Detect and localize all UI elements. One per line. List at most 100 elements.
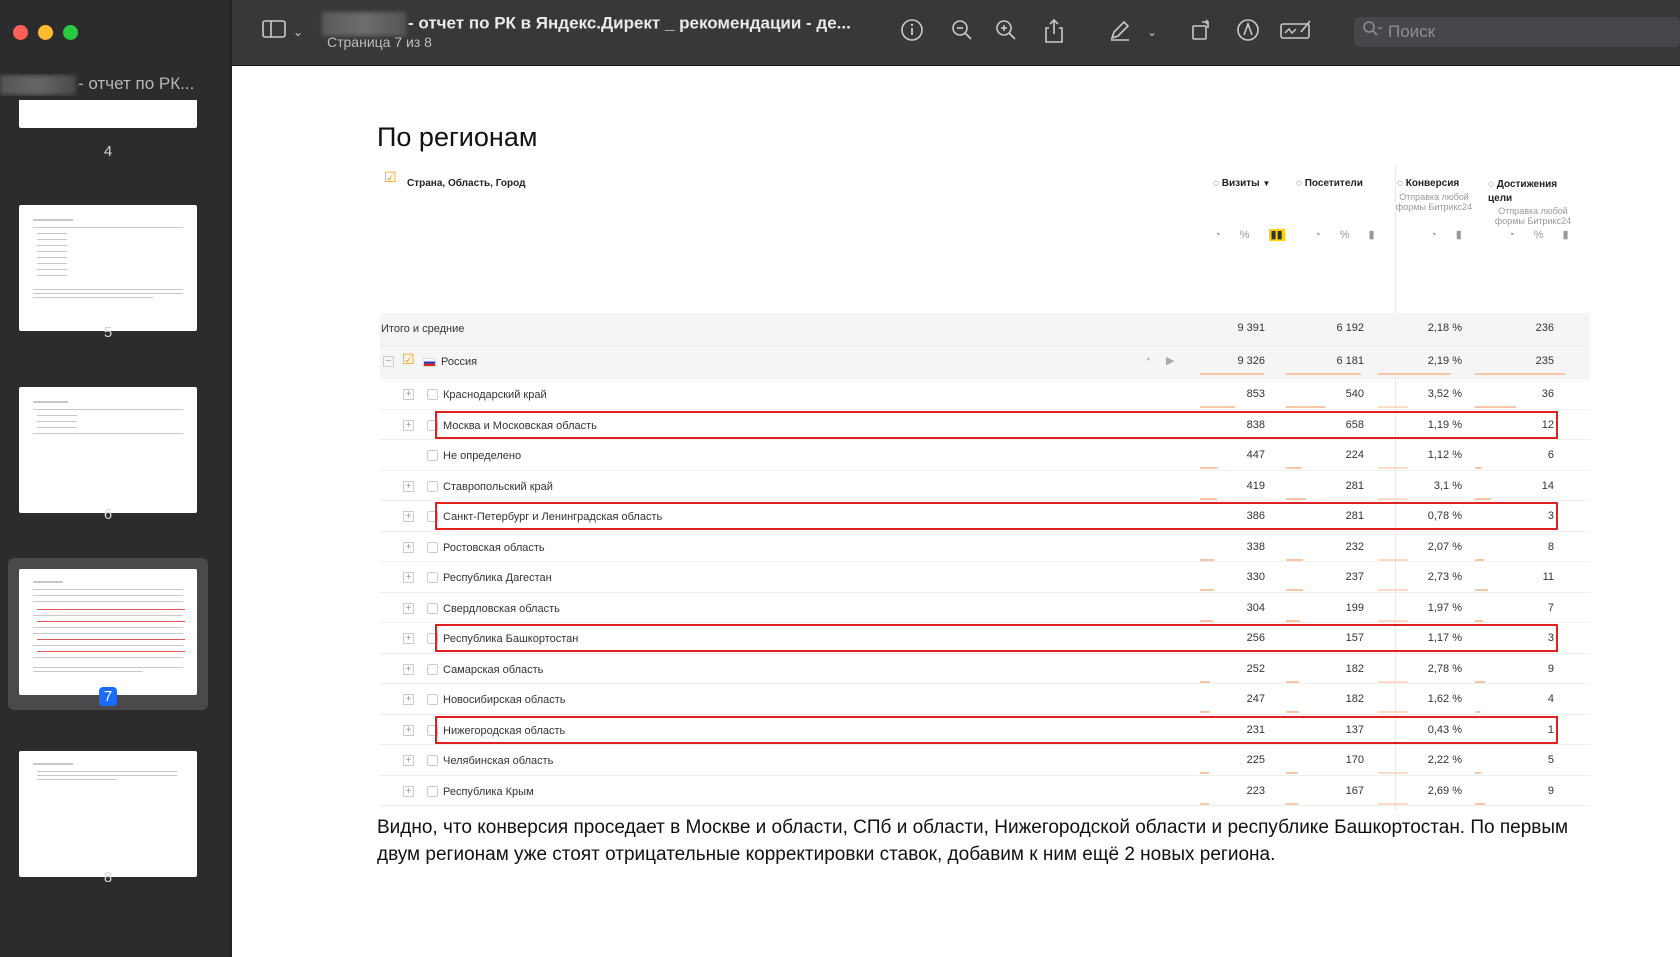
row-checkbox[interactable]	[427, 694, 438, 705]
page-thumbnail-4[interactable]	[19, 100, 197, 128]
expand-icon[interactable]: +	[403, 785, 414, 797]
info-icon[interactable]	[898, 18, 926, 46]
pdf-page: По регионам ☑ Страна, Область, Город ◌ В…	[232, 66, 1680, 957]
goals-bar	[1475, 772, 1481, 774]
table-row[interactable]: Не определено 447 224 1,12 % 6	[380, 440, 1590, 471]
expand-icon[interactable]: +	[403, 572, 414, 583]
conversion-bar	[1378, 711, 1408, 713]
search-input[interactable]: Поиск	[1354, 17, 1680, 47]
table-row[interactable]: + Самарская область 252 182 2,78 % 9	[380, 654, 1590, 684]
markup-pen-icon[interactable]	[1106, 18, 1134, 46]
page-thumbnail-7[interactable]	[19, 569, 197, 695]
visits-value: 225	[1246, 754, 1265, 766]
visits-bar	[1200, 558, 1214, 561]
expand-icon[interactable]: +	[403, 511, 414, 522]
table-row[interactable]: + Краснодарский край 853 540 3,52 % 36	[380, 379, 1590, 410]
visitors-bar	[1286, 373, 1361, 375]
expand-icon[interactable]: +	[403, 389, 414, 400]
visitors-bar	[1286, 558, 1303, 561]
expand-icon[interactable]: +	[403, 724, 414, 736]
visitors-bar	[1286, 772, 1299, 774]
row-checkbox[interactable]	[427, 602, 438, 614]
expand-icon[interactable]: +	[403, 541, 414, 553]
conversion-value: 1,12 %	[1427, 449, 1462, 461]
collapse-icon[interactable]: −	[383, 356, 394, 367]
table-row[interactable]: + Новосибирская область 247 182 1,62 % 4	[380, 684, 1590, 715]
row-checkbox[interactable]	[427, 389, 438, 400]
goals-value: 11	[1542, 571, 1554, 583]
expand-icon[interactable]: +	[403, 419, 414, 431]
visits-value: 304	[1246, 601, 1265, 614]
page-thumbnail-6[interactable]	[19, 387, 197, 513]
visits-value: 447	[1246, 449, 1265, 461]
visitors-value: 540	[1345, 388, 1364, 400]
minimize-window-button[interactable]	[38, 25, 53, 40]
expand-icon[interactable]: +	[403, 602, 414, 614]
markup-icon[interactable]	[1234, 18, 1262, 46]
zoom-out-icon[interactable]	[948, 18, 976, 46]
goals-bar	[1475, 680, 1486, 683]
visits-value: 247	[1246, 693, 1265, 705]
checkbox-checked-icon[interactable]: ☑	[402, 351, 415, 368]
row-checkbox[interactable]	[427, 755, 438, 766]
region-label: Краснодарский край	[443, 389, 547, 401]
share-icon[interactable]	[1040, 18, 1068, 46]
row-checkbox[interactable]	[427, 572, 438, 583]
chevron-down-icon[interactable]: ⌄	[284, 18, 312, 46]
visitors-value: 232	[1345, 540, 1364, 553]
signature-icon[interactable]	[1278, 18, 1314, 46]
conversion-view-icons[interactable]: ◔ ▮	[1430, 228, 1470, 241]
page-number-5: 5	[103, 324, 113, 341]
visits-view-icons[interactable]: ◔ % ▮▮	[1214, 228, 1285, 241]
expand-icon[interactable]: +	[403, 480, 414, 492]
zoom-in-icon[interactable]	[992, 18, 1020, 46]
page-number-6: 6	[103, 506, 113, 523]
table-row[interactable]: + Свердловская область 304 199 1,97 % 7	[380, 593, 1590, 623]
column-header-conversion[interactable]: ◌ Конверсия	[1397, 178, 1459, 189]
zoom-window-button[interactable]	[63, 25, 78, 40]
table-row[interactable]: + Республика Крым 223 167 2,69 % 9	[380, 776, 1590, 806]
table-row[interactable]: + Республика Дагестан 330 237 2,73 % 11	[380, 562, 1590, 593]
goals-bar	[1475, 373, 1565, 375]
row-checkbox[interactable]	[427, 480, 438, 492]
expand-icon[interactable]: +	[403, 633, 414, 644]
table-row[interactable]: + Ставропольский край 419 281 3,1 % 14	[380, 471, 1590, 501]
column-header-visitors[interactable]: ◌ Посетители	[1296, 178, 1363, 189]
table-row[interactable]: + Челябинская область 225 170 2,22 % 5	[380, 745, 1590, 776]
column-header-goals[interactable]: ◌ Достижения цели	[1488, 178, 1568, 206]
visits-value: 853	[1246, 388, 1265, 400]
table-row[interactable]: + Ростовская область 338 232 2,07 % 8	[380, 532, 1590, 562]
close-window-button[interactable]	[13, 25, 28, 40]
conversion-value: 2,73 %	[1427, 571, 1462, 583]
document-view[interactable]: По регионам ☑ Страна, Область, Город ◌ В…	[232, 66, 1680, 957]
visitors-view-icons[interactable]: ◔ % ▮	[1314, 228, 1383, 241]
expand-icon[interactable]: +	[403, 663, 414, 675]
page-thumbnail-8[interactable]	[19, 751, 197, 877]
visitors-bar	[1286, 711, 1300, 713]
expand-icon[interactable]: +	[403, 694, 414, 705]
visitors-bar	[1286, 406, 1326, 408]
checkbox-checked-icon[interactable]: ☑	[384, 169, 397, 186]
play-icon[interactable]: ▶	[1166, 354, 1174, 367]
row-checkbox[interactable]	[427, 785, 438, 797]
region-label: Не определено	[443, 450, 522, 462]
goals-view-icons[interactable]: ◔ % ▮	[1508, 228, 1577, 241]
row-checkbox[interactable]	[427, 541, 438, 553]
redacted-name	[322, 12, 406, 36]
page-thumbnail-5[interactable]	[19, 205, 197, 331]
row-checkbox[interactable]	[427, 663, 438, 675]
conversion-bar	[1378, 619, 1408, 622]
goals-value: 14	[1541, 479, 1554, 492]
preview-window: - отчет по РК... 4 5 6 7 8 ⌄ - отчет по …	[0, 0, 1680, 957]
expand-icon[interactable]: +	[403, 755, 414, 766]
chevron-down-icon[interactable]: ⌄	[1138, 18, 1166, 46]
thumbnail-list[interactable]: 4 5 6 7 8	[0, 100, 231, 957]
rotate-icon[interactable]	[1188, 18, 1216, 46]
conversion-bar	[1378, 406, 1408, 408]
column-header-visits[interactable]: ◌ Визиты ▼	[1213, 178, 1270, 189]
row-checkbox[interactable]	[427, 450, 438, 461]
visitors-value: 237	[1345, 571, 1364, 583]
visits-value: 252	[1246, 662, 1265, 675]
chart-pie-icon[interactable]: ◔	[1144, 354, 1151, 366]
table-row-country[interactable]: − ☑ Россия ◔ ▶ 9 326 6 181 2,19 % 235	[380, 346, 1590, 379]
